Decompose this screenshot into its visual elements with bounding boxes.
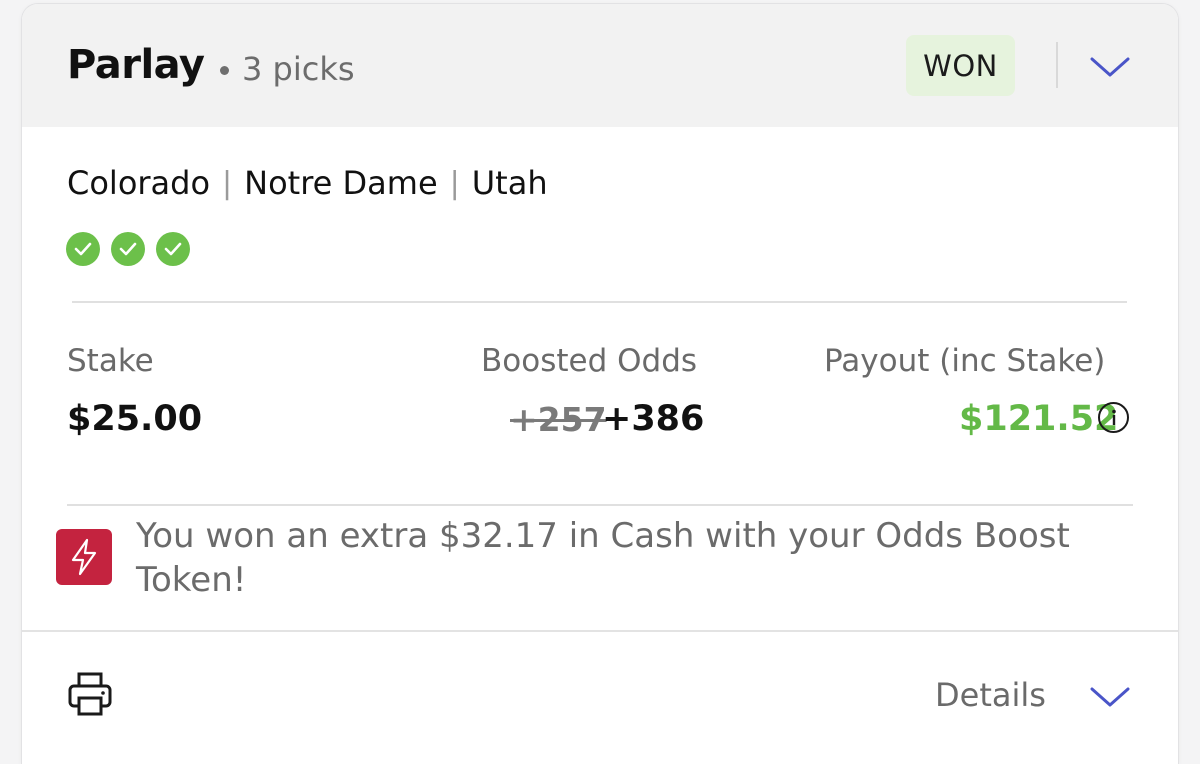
check-circle-icon: [66, 232, 100, 266]
divider: [72, 301, 1127, 303]
divider: [67, 504, 1133, 506]
bet-card: Parlay 3 picks WON Colorado | Notre Dame…: [22, 4, 1178, 764]
picks-count: 3 picks: [242, 50, 355, 88]
payout-value: $121.52: [959, 399, 1119, 439]
stake-label: Stake: [67, 343, 154, 379]
status-badge: WON: [906, 35, 1015, 96]
team-separator: |: [222, 165, 233, 201]
leg-team: Notre Dame: [244, 164, 438, 202]
printer-icon[interactable]: [66, 670, 114, 722]
check-circle-icon: [111, 232, 145, 266]
divider: [22, 630, 1178, 632]
original-odds: +257: [510, 400, 607, 439]
boosted-odds: +386: [602, 399, 705, 439]
legs-teams: Colorado | Notre Dame | Utah: [67, 162, 548, 204]
leg-team: Utah: [471, 164, 548, 202]
details-chevron-down-icon[interactable]: [1088, 684, 1132, 710]
leg-results: [66, 232, 190, 266]
header-divider: [1056, 42, 1058, 88]
lightning-icon: [56, 529, 112, 585]
separator-dot: [220, 66, 229, 75]
leg-team: Colorado: [67, 164, 211, 202]
team-separator: |: [449, 165, 460, 201]
expand-chevron-down-icon[interactable]: [1088, 54, 1132, 80]
odds-label: Boosted Odds: [481, 343, 698, 379]
check-circle-icon: [156, 232, 190, 266]
odds-boost-message: You won an extra $32.17 in Cash with you…: [136, 516, 1070, 600]
bet-card-header[interactable]: Parlay 3 picks WON: [22, 4, 1178, 127]
stake-value: $25.00: [67, 399, 203, 439]
payout-label: Payout (inc Stake): [824, 343, 1106, 379]
details-toggle-label[interactable]: Details: [935, 676, 1046, 714]
info-icon[interactable]: [1098, 402, 1129, 433]
bet-type-title: Parlay: [67, 42, 205, 88]
